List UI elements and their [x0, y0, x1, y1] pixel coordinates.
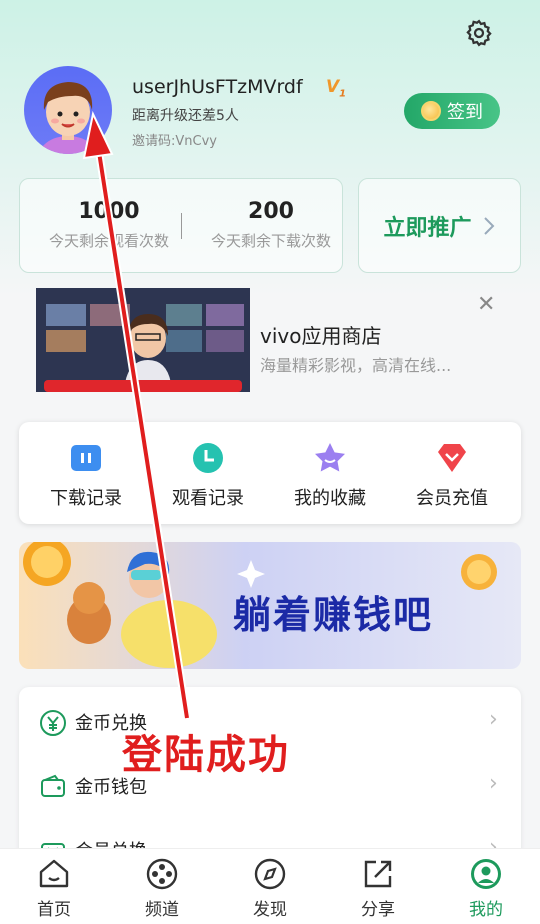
annotation-arrow-icon	[82, 110, 191, 719]
annotation-text: 登陆成功	[122, 732, 290, 778]
